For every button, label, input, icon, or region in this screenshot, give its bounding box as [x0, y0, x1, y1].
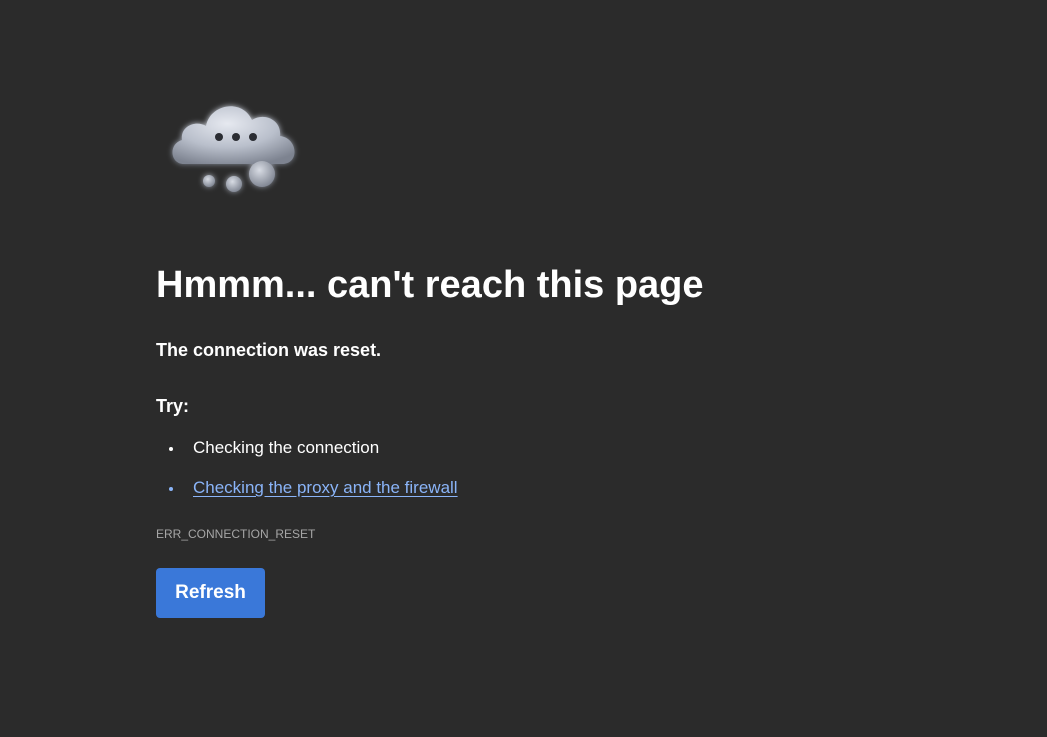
- bullet-icon: [169, 487, 173, 491]
- refresh-button[interactable]: Refresh: [156, 568, 265, 618]
- suggestion-item-proxy-firewall: Checking the proxy and the firewall: [156, 475, 458, 515]
- suggestion-item-connection: Checking the connection: [156, 435, 458, 475]
- error-message: The connection was reset.: [156, 340, 382, 360]
- try-heading: Try:: [156, 396, 190, 416]
- page-title: Hmmm... can't reach this page: [156, 264, 704, 306]
- thinking-cloud-icon: [160, 86, 310, 206]
- suggestion-list: Checking the connection Checking the pro…: [156, 435, 458, 515]
- proxy-firewall-link[interactable]: Checking the proxy and the firewall: [193, 478, 458, 497]
- error-code: ERR_CONNECTION_RESET: [156, 527, 316, 541]
- suggestion-label: Checking the connection: [193, 438, 380, 457]
- bullet-icon: [169, 447, 173, 451]
